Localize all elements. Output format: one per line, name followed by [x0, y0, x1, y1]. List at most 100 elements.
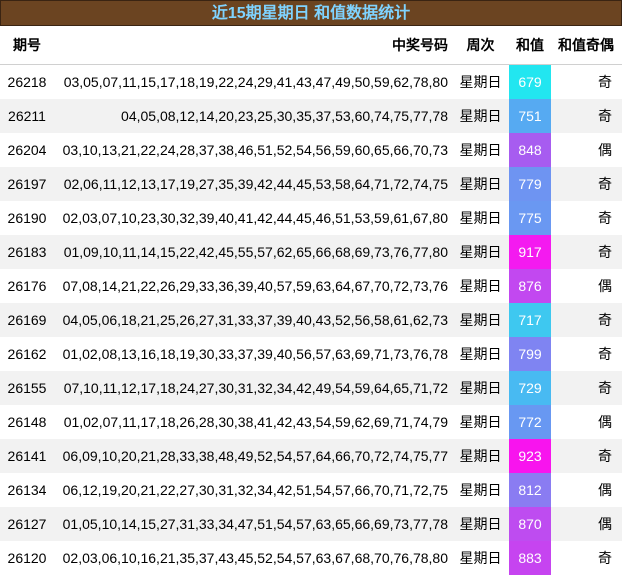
weekday-cell: 星期日 — [452, 99, 509, 133]
issue-cell: 26190 — [0, 201, 54, 235]
sum-cell: 751 — [509, 99, 551, 133]
issue-cell: 26120 — [0, 541, 54, 575]
issue-cell: 26134 — [0, 473, 54, 507]
issue-cell: 26176 — [0, 269, 54, 303]
sum-cell: 729 — [509, 371, 551, 405]
odd-even-cell: 奇 — [551, 167, 622, 201]
table-row: 2613406,12,19,20,21,22,27,30,31,32,34,42… — [0, 473, 622, 507]
issue-cell: 26211 — [0, 99, 54, 133]
sum-cell: 812 — [509, 473, 551, 507]
weekday-cell: 星期日 — [452, 303, 509, 337]
header-sum: 和值 — [509, 26, 551, 65]
table-row: 2614106,09,10,20,21,28,33,38,48,49,52,54… — [0, 439, 622, 473]
sum-cell: 923 — [509, 439, 551, 473]
odd-even-cell: 偶 — [551, 473, 622, 507]
table-row: 2621104,05,08,12,14,20,23,25,30,35,37,53… — [0, 99, 622, 133]
table-row: 2616904,05,06,18,21,25,26,27,31,33,37,39… — [0, 303, 622, 337]
weekday-cell: 星期日 — [452, 507, 509, 541]
weekday-cell: 星期日 — [452, 235, 509, 269]
weekday-cell: 星期日 — [452, 405, 509, 439]
header-numbers: 中奖号码 — [54, 26, 452, 65]
numbers-cell: 06,09,10,20,21,28,33,38,48,49,52,54,57,6… — [54, 439, 452, 473]
weekday-cell: 星期日 — [452, 337, 509, 371]
sum-cell: 883 — [509, 541, 551, 575]
table-row: 2612002,03,06,10,16,21,35,37,43,45,52,54… — [0, 541, 622, 575]
numbers-cell: 07,08,14,21,22,26,29,33,36,39,40,57,59,6… — [54, 269, 452, 303]
numbers-cell: 06,12,19,20,21,22,27,30,31,32,34,42,51,5… — [54, 473, 452, 507]
numbers-cell: 01,05,10,14,15,27,31,33,34,47,51,54,57,6… — [54, 507, 452, 541]
odd-even-cell: 奇 — [551, 99, 622, 133]
weekday-cell: 星期日 — [452, 439, 509, 473]
weekday-cell: 星期日 — [452, 371, 509, 405]
table-body: 2621803,05,07,11,15,17,18,19,22,24,29,41… — [0, 65, 622, 575]
header-odd-even: 和值奇偶 — [551, 26, 622, 65]
weekday-cell: 星期日 — [452, 269, 509, 303]
weekday-cell: 星期日 — [452, 473, 509, 507]
sum-cell: 870 — [509, 507, 551, 541]
sum-cell: 917 — [509, 235, 551, 269]
odd-even-cell: 奇 — [551, 201, 622, 235]
header-issue: 期号 — [0, 26, 54, 65]
numbers-cell: 02,03,07,10,23,30,32,39,40,41,42,44,45,4… — [54, 201, 452, 235]
numbers-cell: 04,05,08,12,14,20,23,25,30,35,37,53,60,7… — [54, 99, 452, 133]
numbers-cell: 02,06,11,12,13,17,19,27,35,39,42,44,45,5… — [54, 167, 452, 201]
table-row: 2620403,10,13,21,22,24,28,37,38,46,51,52… — [0, 133, 622, 167]
issue-cell: 26162 — [0, 337, 54, 371]
odd-even-cell: 奇 — [551, 65, 622, 100]
sum-cell: 775 — [509, 201, 551, 235]
table-row: 2614801,02,07,11,17,18,26,28,30,38,41,42… — [0, 405, 622, 439]
sum-cell: 679 — [509, 65, 551, 100]
table-row: 2619702,06,11,12,13,17,19,27,35,39,42,44… — [0, 167, 622, 201]
issue-cell: 26218 — [0, 65, 54, 100]
sum-cell: 779 — [509, 167, 551, 201]
numbers-cell: 03,05,07,11,15,17,18,19,22,24,29,41,43,4… — [54, 65, 452, 100]
sum-cell: 717 — [509, 303, 551, 337]
numbers-cell: 01,02,08,13,16,18,19,30,33,37,39,40,56,5… — [54, 337, 452, 371]
sum-cell: 848 — [509, 133, 551, 167]
table-row: 2616201,02,08,13,16,18,19,30,33,37,39,40… — [0, 337, 622, 371]
odd-even-cell: 奇 — [551, 235, 622, 269]
issue-cell: 26169 — [0, 303, 54, 337]
table-row: 2617607,08,14,21,22,26,29,33,36,39,40,57… — [0, 269, 622, 303]
table-row: 2619002,03,07,10,23,30,32,39,40,41,42,44… — [0, 201, 622, 235]
issue-cell: 26127 — [0, 507, 54, 541]
table-row: 2612701,05,10,14,15,27,31,33,34,47,51,54… — [0, 507, 622, 541]
weekday-cell: 星期日 — [452, 201, 509, 235]
issue-cell: 26155 — [0, 371, 54, 405]
weekday-cell: 星期日 — [452, 65, 509, 100]
odd-even-cell: 奇 — [551, 371, 622, 405]
weekday-cell: 星期日 — [452, 133, 509, 167]
odd-even-cell: 奇 — [551, 337, 622, 371]
numbers-cell: 03,10,13,21,22,24,28,37,38,46,51,52,54,5… — [54, 133, 452, 167]
issue-cell: 26204 — [0, 133, 54, 167]
issue-cell: 26141 — [0, 439, 54, 473]
table-row: 2621803,05,07,11,15,17,18,19,22,24,29,41… — [0, 65, 622, 100]
numbers-cell: 01,09,10,11,14,15,22,42,45,55,57,62,65,6… — [54, 235, 452, 269]
weekday-cell: 星期日 — [452, 167, 509, 201]
odd-even-cell: 偶 — [551, 269, 622, 303]
numbers-cell: 02,03,06,10,16,21,35,37,43,45,52,54,57,6… — [54, 541, 452, 575]
numbers-cell: 04,05,06,18,21,25,26,27,31,33,37,39,40,4… — [54, 303, 452, 337]
odd-even-cell: 偶 — [551, 507, 622, 541]
sum-cell: 772 — [509, 405, 551, 439]
table-header-row: 期号 中奖号码 周次 和值 和值奇偶 — [0, 26, 622, 65]
header-weekday: 周次 — [452, 26, 509, 65]
odd-even-cell: 偶 — [551, 133, 622, 167]
issue-cell: 26197 — [0, 167, 54, 201]
weekday-cell: 星期日 — [452, 541, 509, 575]
table-row: 2615507,10,11,12,17,18,24,27,30,31,32,34… — [0, 371, 622, 405]
odd-even-cell: 奇 — [551, 541, 622, 575]
issue-cell: 26148 — [0, 405, 54, 439]
odd-even-cell: 偶 — [551, 405, 622, 439]
stats-table: 期号 中奖号码 周次 和值 和值奇偶 2621803,05,07,11,15,1… — [0, 26, 622, 575]
sum-cell: 876 — [509, 269, 551, 303]
odd-even-cell: 奇 — [551, 439, 622, 473]
panel-title: 近15期星期日 和值数据统计 — [0, 0, 622, 26]
numbers-cell: 01,02,07,11,17,18,26,28,30,38,41,42,43,5… — [54, 405, 452, 439]
numbers-cell: 07,10,11,12,17,18,24,27,30,31,32,34,42,4… — [54, 371, 452, 405]
issue-cell: 26183 — [0, 235, 54, 269]
stats-panel: 近15期星期日 和值数据统计 期号 中奖号码 周次 和值 和值奇偶 262180… — [0, 0, 622, 575]
odd-even-cell: 奇 — [551, 303, 622, 337]
sum-cell: 799 — [509, 337, 551, 371]
table-row: 2618301,09,10,11,14,15,22,42,45,55,57,62… — [0, 235, 622, 269]
